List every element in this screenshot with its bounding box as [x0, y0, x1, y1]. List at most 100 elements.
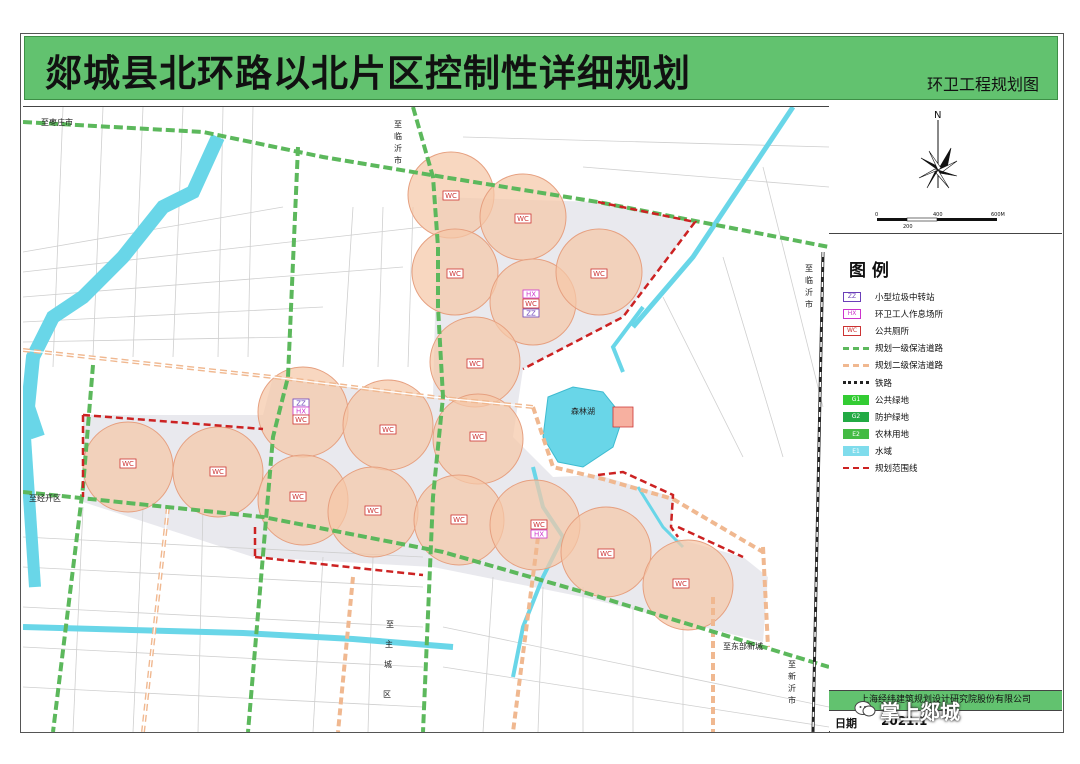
legend-label: 小型垃圾中转站 — [875, 292, 935, 303]
legend-swatch: ZZ — [843, 291, 861, 302]
label-zhucheng-3: 城 — [384, 660, 392, 669]
label-xinyi-1: 至 — [788, 660, 796, 669]
wc-marker: WC — [289, 491, 307, 502]
legend-label: 铁路 — [875, 378, 893, 389]
legend-label: 规划二级保洁道路 — [875, 361, 944, 372]
label-linyi-top-3: 沂 — [394, 143, 402, 153]
scale-bar: 0 400 600M 200 — [875, 212, 1005, 230]
svg-text:ZZ: ZZ — [526, 310, 536, 318]
legend-swatch — [843, 381, 869, 385]
legend-swatch — [843, 346, 869, 350]
svg-text:WC: WC — [295, 416, 307, 424]
forest-lake-label: 森林湖 — [571, 406, 595, 416]
svg-text:WC: WC — [292, 493, 304, 501]
svg-text:WC: WC — [445, 192, 457, 200]
legend-label: 农林用地 — [875, 430, 910, 441]
legend-item: ZZ 小型垃圾中转站 — [843, 288, 1053, 305]
svg-text:WC: WC — [469, 360, 481, 368]
svg-text:HX: HX — [296, 408, 306, 416]
label-linyi-right-1: 至 — [805, 264, 813, 273]
wc-marker: WC — [530, 519, 548, 530]
zz-marker: ZZ — [292, 398, 310, 408]
svg-text:0: 0 — [875, 212, 878, 218]
wc-marker: WC — [364, 505, 382, 516]
legend-item: HX 环卫工人作息场所 — [843, 305, 1053, 322]
svg-text:HX: HX — [526, 291, 536, 299]
wc-marker: WC — [450, 514, 468, 525]
map-title: 郯城县北环路以北片区控制性详细规划 — [45, 52, 691, 95]
wc-marker: WC — [469, 431, 487, 442]
legend-swatch: E2 — [843, 429, 869, 440]
compass-box: N 0 400 600M 200 — [829, 106, 1062, 234]
legend-item: 规划一级保洁道路 — [843, 340, 1053, 357]
svg-text:WC: WC — [449, 270, 461, 278]
legend-panel: N 0 400 600M 200 图 例 ZZ 小型垃圾中转站 HX 环卫工人作… — [829, 106, 1062, 731]
legend-swatch: WC — [843, 325, 861, 336]
wc-marker: WC — [209, 466, 227, 477]
svg-text:HX: HX — [534, 531, 544, 539]
legend-label: 公共绿地 — [875, 395, 910, 406]
legend-item: G2 防护绿地 — [843, 408, 1053, 425]
legend-label: 环卫工人作息场所 — [875, 309, 944, 320]
svg-text:WC: WC — [533, 521, 545, 529]
svg-text:200: 200 — [903, 224, 913, 230]
label-linyi-top-4: 市 — [394, 155, 402, 165]
legend-swatch — [843, 467, 869, 470]
legend-item: 铁路 — [843, 374, 1053, 391]
wechat-icon — [854, 701, 876, 717]
svg-text:WC: WC — [212, 468, 224, 476]
label-linyi-top-2: 临 — [394, 131, 402, 141]
north-arrow: N 0 400 600M 200 — [875, 110, 1005, 230]
legend-label: 规划范围线 — [875, 464, 918, 475]
svg-text:WC: WC — [367, 507, 379, 515]
svg-text:WC: WC — [600, 550, 612, 558]
legend-item: E2 农林用地 — [843, 426, 1053, 443]
label-linyi-right-3: 沂 — [805, 287, 813, 297]
label-xinyi-4: 市 — [788, 695, 796, 705]
svg-text:WC: WC — [472, 433, 484, 441]
wc-marker: WC — [466, 358, 484, 369]
hx-marker: HX — [530, 529, 548, 539]
legend-title: 图 例 — [849, 261, 889, 281]
legend-item: G1 公共绿地 — [843, 391, 1053, 408]
label-kaifa: 至经开区 — [29, 493, 61, 503]
svg-text:WC: WC — [593, 270, 605, 278]
map-subtitle: 环卫工程规划图 — [926, 75, 1039, 94]
legend-swatch — [843, 363, 869, 367]
svg-text:600M: 600M — [991, 212, 1005, 218]
svg-text:WC: WC — [525, 300, 537, 308]
label-dongbu: 至东部新城 — [723, 641, 763, 651]
svg-text:WC: WC — [382, 426, 394, 434]
legend-swatch: E1 — [843, 446, 869, 457]
svg-text:WC: WC — [122, 460, 134, 468]
wc-marker: WC — [514, 213, 532, 224]
legend-label: 规划一级保洁道路 — [875, 344, 944, 355]
wc-marker: WC — [379, 424, 397, 435]
wc-marker: WC — [522, 298, 540, 309]
lake-marker — [612, 406, 634, 428]
label-linyi-right-4: 市 — [805, 299, 813, 309]
map-canvas[interactable]: 森林湖 WC WC WC WC HX WC ZZ WC ZZ HX WC WC … — [23, 106, 830, 732]
label-zhucheng-4: 区 — [383, 690, 391, 699]
legend-label: 公共厕所 — [875, 326, 910, 337]
wc-marker: WC — [597, 548, 615, 559]
wc-marker: WC — [119, 458, 137, 469]
legend-swatch: G1 — [843, 394, 869, 405]
label-xinyi-2: 新 — [788, 671, 796, 681]
svg-text:ZZ: ZZ — [296, 400, 306, 408]
legend-label: 防护绿地 — [875, 412, 910, 423]
svg-text:WC: WC — [453, 516, 465, 524]
map-svg: 森林湖 WC WC WC WC HX WC ZZ WC ZZ HX WC WC … — [23, 107, 829, 732]
label-linyi-right-2: 临 — [805, 275, 813, 285]
wc-marker: WC — [442, 190, 460, 201]
hx-marker: HX — [292, 406, 310, 416]
legend-swatch: G2 — [843, 411, 869, 422]
watermark-text: 掌上郯城 — [880, 700, 960, 724]
legend-list: ZZ 小型垃圾中转站 HX 环卫工人作息场所 WC 公共厕所规划一级保洁道路 规划二级保洁道… — [843, 288, 1053, 477]
legend-item: E1 水域 — [843, 443, 1053, 460]
svg-text:WC: WC — [517, 215, 529, 223]
label-linyi-top-1: 至 — [394, 120, 402, 129]
svg-text:WC: WC — [675, 580, 687, 588]
title-banner: 郯城县北环路以北片区控制性详细规划 环卫工程规划图 — [24, 36, 1058, 100]
north-letter: N — [934, 110, 941, 121]
